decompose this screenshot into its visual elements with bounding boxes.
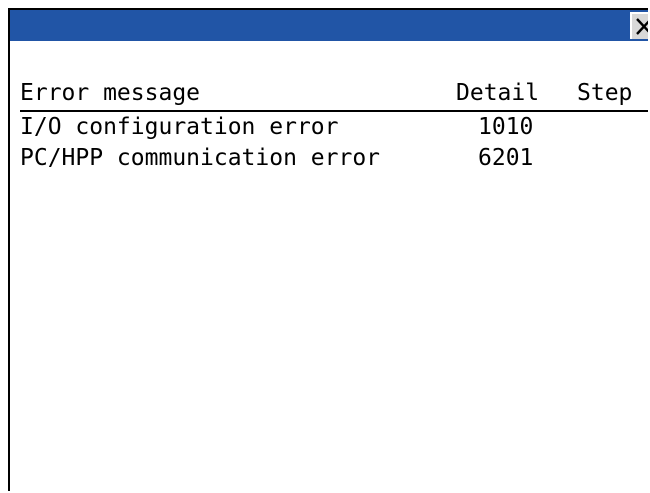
table-row[interactable]: PC/HPP communication error 6201: [20, 143, 648, 174]
detail-cell: 1010: [478, 114, 534, 140]
error-message-cell: PC/HPP communication error: [20, 145, 381, 171]
close-button[interactable]: [630, 12, 648, 39]
error-message-cell: I/O configuration error: [20, 114, 339, 140]
column-header-detail: Detail: [456, 80, 540, 106]
column-header-error-message: Error message: [20, 80, 201, 106]
error-window: Error message Detail Step I/O configurat…: [8, 8, 648, 491]
detail-cell: 6201: [478, 145, 534, 171]
title-bar[interactable]: [10, 10, 648, 41]
table-header: Error message Detail Step: [20, 78, 648, 112]
column-header-step: Step: [577, 80, 633, 106]
table-row[interactable]: I/O configuration error 1010: [20, 112, 648, 143]
error-list: Error message Detail Step I/O configurat…: [20, 78, 648, 174]
